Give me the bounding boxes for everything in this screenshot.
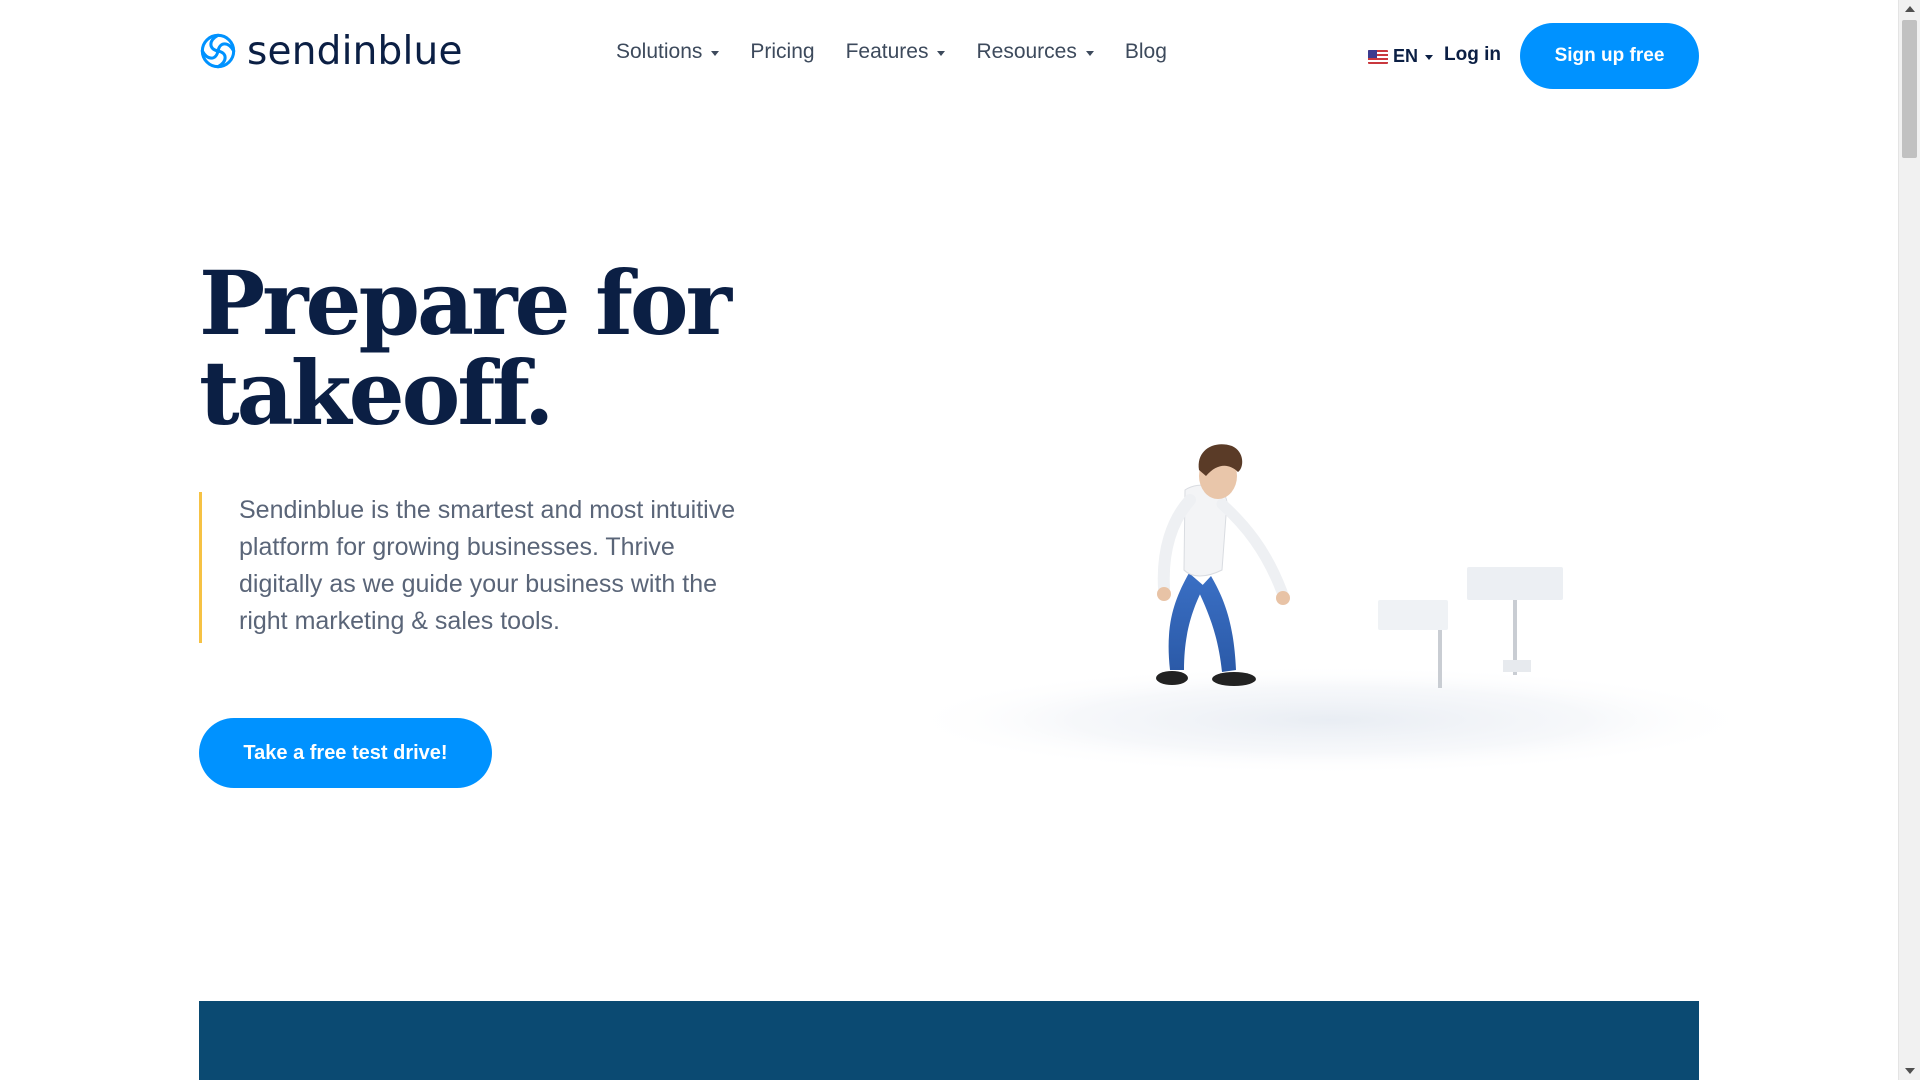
free-test-drive-button[interactable]: Take a free test drive! <box>199 718 492 788</box>
floor-shadow <box>900 665 1760 775</box>
brand-name: sendinblue <box>247 28 463 74</box>
hero-description-block: Sendinblue is the smartest and most intu… <box>199 492 759 643</box>
swirl-logo-icon <box>200 33 236 69</box>
caret-down-icon <box>1085 50 1094 56</box>
site-header: sendinblue Solutions Pricing Features Re… <box>0 0 1898 112</box>
scroll-up-button[interactable] <box>1899 0 1920 18</box>
nav-item-label: Features <box>845 40 929 63</box>
nav-item-label: Pricing <box>750 40 815 63</box>
caret-down-icon <box>1425 55 1434 60</box>
hero-illustration <box>900 444 1760 775</box>
features-band <box>199 1001 1699 1080</box>
hero-title-line-2: takeoff. <box>199 341 555 445</box>
hero-title-line-1: Prepare for <box>199 251 732 355</box>
hero-description: Sendinblue is the smartest and most intu… <box>239 496 736 635</box>
nav-item-resources[interactable]: Resources <box>976 40 1094 64</box>
signup-button[interactable]: Sign up free <box>1520 23 1699 89</box>
caret-down-icon <box>711 50 720 56</box>
jumping-character <box>1156 444 1290 686</box>
arrow-up-icon <box>1905 6 1915 12</box>
language-selector[interactable]: EN <box>1368 46 1434 67</box>
nav-item-features[interactable]: Features <box>846 40 946 64</box>
nav-item-pricing[interactable]: Pricing <box>750 40 814 64</box>
nav-item-label: Solutions <box>616 40 703 63</box>
main-nav: Solutions Pricing Features Resources Blo… <box>616 40 1167 64</box>
arrow-down-icon <box>1905 1068 1915 1074</box>
nav-item-solutions[interactable]: Solutions <box>616 40 720 64</box>
hero-title: Prepare for takeoff. <box>199 258 759 438</box>
nav-item-blog[interactable]: Blog <box>1125 40 1167 64</box>
us-flag-icon <box>1368 49 1388 64</box>
scrollbar-thumb[interactable] <box>1902 20 1917 158</box>
scroll-down-button[interactable] <box>1899 1062 1920 1080</box>
page-scrollbar[interactable] <box>1898 0 1920 1080</box>
brand-logo-link[interactable]: sendinblue <box>199 30 463 72</box>
login-link[interactable]: Log in <box>1444 44 1501 66</box>
nav-item-label: Resources <box>976 40 1077 63</box>
language-label: EN <box>1393 46 1419 66</box>
caret-down-icon <box>937 50 946 56</box>
nav-item-label: Blog <box>1124 40 1167 63</box>
